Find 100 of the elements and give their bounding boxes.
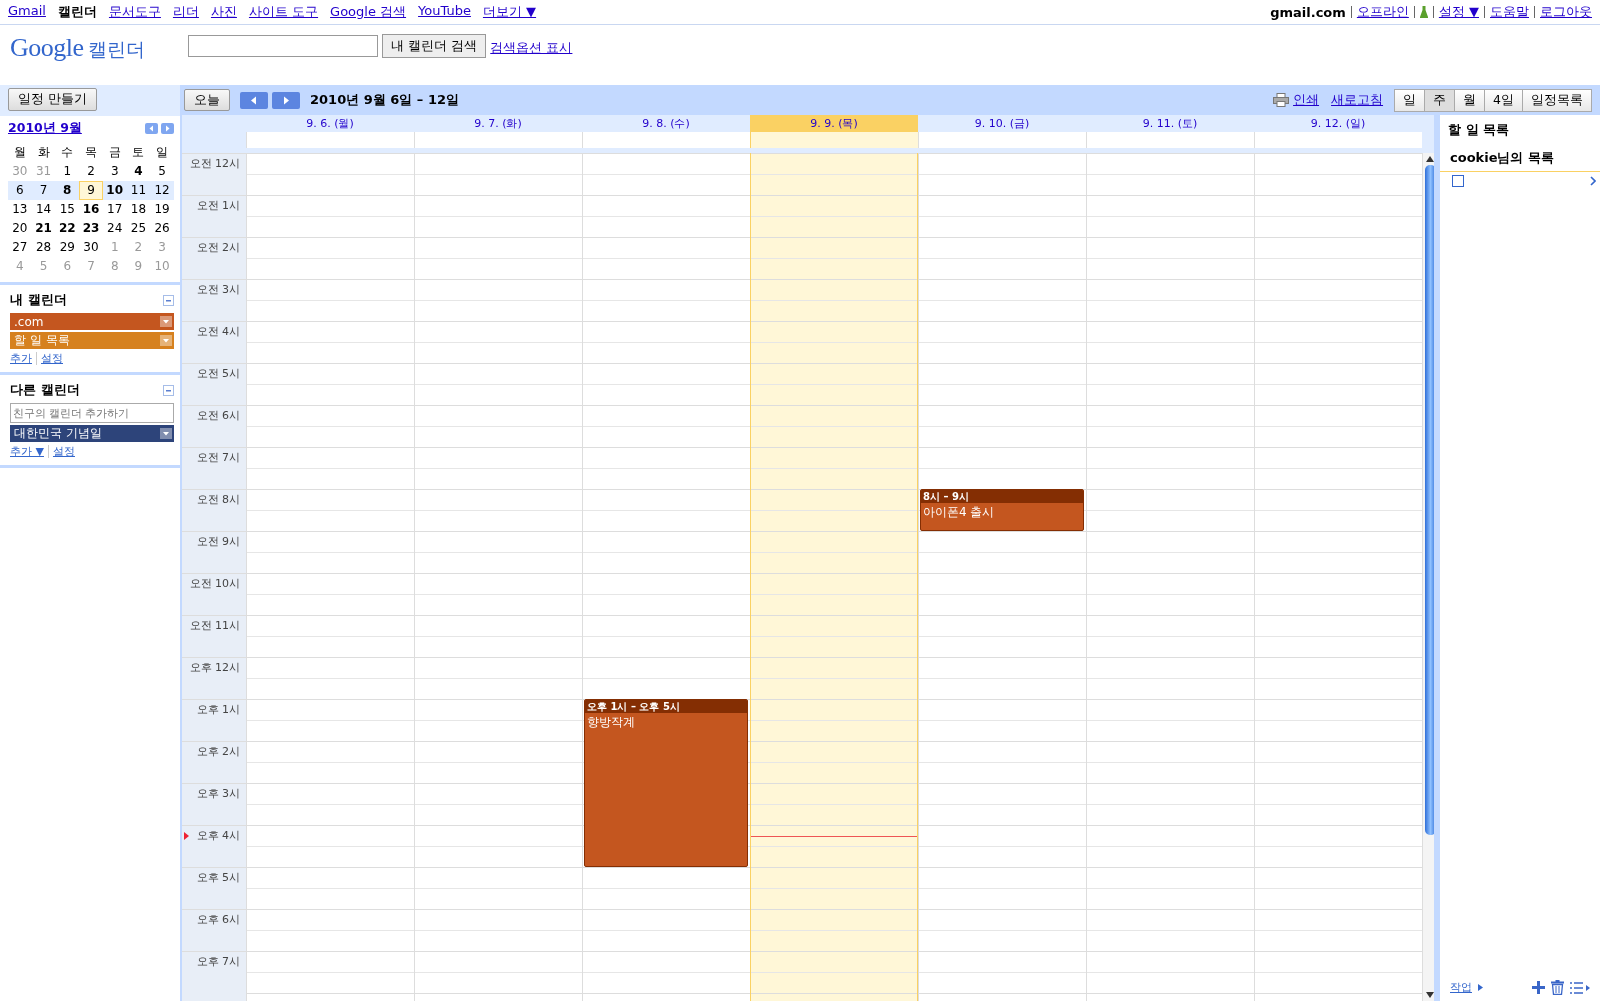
calendar-link[interactable]: 추가 ▼ xyxy=(10,444,44,459)
task-list-title[interactable]: cookie님의 목록 xyxy=(1440,145,1600,172)
add-calendar-field[interactable]: 친구의 캘린더 추가하기 xyxy=(10,403,174,423)
mini-calendar-week[interactable]: 13 14 15 16 17 18 19 xyxy=(8,200,174,219)
nav-link[interactable]: 캘린더 xyxy=(57,3,97,21)
mini-calendar-day[interactable]: 28 xyxy=(31,239,56,256)
flask-icon[interactable] xyxy=(1419,6,1428,18)
mini-calendar-day[interactable]: 9 xyxy=(79,181,103,200)
nav-link[interactable]: 더보기 ▼ xyxy=(482,3,537,21)
mini-calendar-day[interactable]: 3 xyxy=(102,163,127,180)
all-day-cell[interactable] xyxy=(1086,132,1254,148)
mini-calendar-day[interactable]: 11 xyxy=(126,182,151,199)
mini-calendar-day[interactable]: 12 xyxy=(150,182,174,199)
mini-calendar-week[interactable]: 27 28 29 30 1 2 3 xyxy=(8,238,174,257)
calendar-event[interactable]: 8시 – 9시 아이폰4 출시 xyxy=(920,489,1084,531)
view-tab[interactable]: 4일 xyxy=(1484,88,1523,112)
all-day-cell[interactable] xyxy=(918,132,1086,148)
list-icon[interactable] xyxy=(1570,981,1590,994)
calendar-link[interactable]: 설정 xyxy=(41,351,63,366)
dropdown-icon[interactable] xyxy=(160,428,172,439)
mini-calendar-day[interactable]: 17 xyxy=(102,201,127,218)
day-header[interactable]: 9. 12. (일) xyxy=(1254,115,1422,132)
nav-link[interactable]: 사이트 도구 xyxy=(248,3,319,21)
view-tab[interactable]: 일정목록 xyxy=(1522,88,1592,112)
mini-calendar-day[interactable]: 24 xyxy=(102,220,127,237)
collapse-icon[interactable] xyxy=(163,294,174,306)
mini-calendar-day[interactable]: 4 xyxy=(126,163,151,180)
next-week-icon[interactable] xyxy=(272,91,300,109)
mini-calendar-day[interactable]: 7 xyxy=(31,182,56,199)
mini-calendar-day[interactable]: 6 xyxy=(8,182,32,199)
mini-calendar-day[interactable]: 27 xyxy=(8,239,32,256)
calendar-link[interactable]: 추가 xyxy=(10,351,32,366)
day-header[interactable]: 9. 8. (수) xyxy=(582,115,750,132)
mini-calendar-day[interactable]: 2 xyxy=(79,163,103,180)
calendar-event[interactable]: 오후 1시 – 오후 5시 향방작계 xyxy=(584,699,748,867)
dropdown-icon[interactable] xyxy=(160,316,172,327)
mini-calendar-week[interactable]: 30 31 1 2 3 4 5 xyxy=(8,162,174,181)
mini-calendar-day[interactable]: 26 xyxy=(150,220,174,237)
mini-calendar-day[interactable]: 8 xyxy=(55,182,80,199)
view-tab[interactable]: 주 xyxy=(1424,88,1456,112)
day-header[interactable]: 9. 7. (화) xyxy=(414,115,582,132)
refresh-link[interactable]: 새로고침 xyxy=(1331,91,1384,109)
day-header[interactable]: 9. 11. (토) xyxy=(1086,115,1254,132)
account-link[interactable]: 도움말 xyxy=(1490,3,1529,21)
nav-link[interactable]: YouTube xyxy=(418,3,471,21)
mini-calendar-day[interactable]: 20 xyxy=(8,220,32,237)
google-calendar-logo[interactable]: Google 캘린더 xyxy=(0,33,180,63)
calendar-item[interactable]: .com xyxy=(10,313,174,330)
trash-icon[interactable] xyxy=(1551,980,1564,995)
all-day-cell[interactable] xyxy=(750,132,918,148)
mini-calendar-day[interactable]: 16 xyxy=(79,201,103,218)
mini-calendar-day[interactable]: 5 xyxy=(150,163,174,180)
search-options-link[interactable]: 검색옵션 표시 xyxy=(490,39,573,57)
dropdown-icon[interactable] xyxy=(160,335,172,346)
previous-week-icon[interactable] xyxy=(240,91,268,109)
caret-icon[interactable] xyxy=(1478,984,1483,991)
nav-link[interactable]: Google 검색 xyxy=(330,3,407,21)
mini-calendar-day[interactable]: 15 xyxy=(55,201,80,218)
mini-calendar-day[interactable]: 29 xyxy=(55,239,80,256)
calendar-link[interactable]: 설정 xyxy=(52,444,75,459)
day-column[interactable] xyxy=(750,153,918,1001)
account-link[interactable]: 오프라인 xyxy=(1356,3,1409,21)
all-day-cell[interactable] xyxy=(1254,132,1422,148)
search-button[interactable]: 내 캘린더 검색 xyxy=(382,34,487,58)
view-tab[interactable]: 일 xyxy=(1394,88,1426,112)
today-button[interactable]: 오늘 xyxy=(184,89,230,111)
calendar-item[interactable]: 대한민국 기념일 xyxy=(10,425,174,442)
add-icon[interactable] xyxy=(1532,981,1545,994)
nav-link[interactable]: Gmail xyxy=(8,3,46,21)
mini-calendar-day[interactable]: 13 xyxy=(8,201,32,218)
mini-calendar-day[interactable]: 1 xyxy=(55,163,80,180)
mini-calendar-day[interactable]: 30 xyxy=(79,239,103,256)
printer-icon[interactable] xyxy=(1273,93,1290,107)
actions-link[interactable]: 작업 xyxy=(1450,980,1472,995)
task-checkbox[interactable] xyxy=(1452,175,1464,187)
month-title[interactable]: 2010년 9월 xyxy=(8,120,82,137)
day-column[interactable] xyxy=(1086,153,1254,1001)
mini-calendar-day[interactable]: 21 xyxy=(31,220,56,237)
nav-link[interactable]: 문서도구 xyxy=(108,3,161,21)
all-day-cell[interactable] xyxy=(582,132,750,148)
day-header[interactable]: 9. 10. (금) xyxy=(918,115,1086,132)
day-column[interactable]: 오후 1시 – 오후 5시 향방작계 xyxy=(582,153,750,1001)
nav-link[interactable]: 사진 xyxy=(210,3,237,21)
all-day-cell[interactable] xyxy=(246,132,414,148)
mini-calendar-day[interactable]: 10 xyxy=(102,182,127,199)
mini-calendar-week[interactable]: 6 7 8 9 10 11 12 xyxy=(8,181,174,200)
mini-calendar-day[interactable]: 23 xyxy=(79,220,103,237)
next-month-icon[interactable] xyxy=(161,123,174,134)
mini-calendar-day[interactable]: 22 xyxy=(55,220,80,237)
mini-calendar-day[interactable]: 19 xyxy=(150,201,174,218)
collapse-icon[interactable] xyxy=(163,384,174,396)
account-link[interactable]: 설정 ▼ xyxy=(1438,3,1479,21)
search-field[interactable] xyxy=(188,35,378,57)
scrollbar[interactable] xyxy=(1422,153,1434,1001)
mini-calendar-week[interactable]: 20 21 22 23 24 25 26 xyxy=(8,219,174,238)
print-link[interactable]: 인쇄 xyxy=(1293,91,1320,109)
day-header[interactable]: 9. 6. (월) xyxy=(246,115,414,132)
day-column[interactable]: 8시 – 9시 아이폰4 출시 xyxy=(918,153,1086,1001)
mini-calendar-day[interactable]: 14 xyxy=(31,201,56,218)
day-column[interactable] xyxy=(246,153,414,1001)
